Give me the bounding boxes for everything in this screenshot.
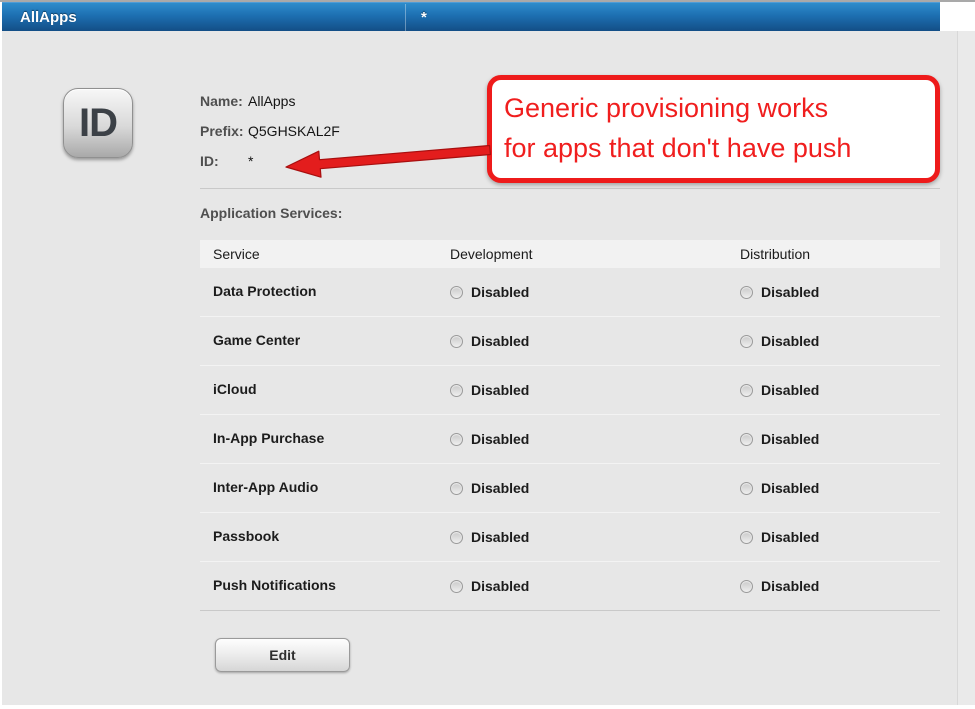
annotation-callout: Generic provisioning works for apps that… [487, 75, 940, 183]
status-label: Disabled [761, 333, 819, 349]
annotation-arrow-icon [280, 135, 495, 185]
radio-disabled-icon [450, 531, 463, 544]
status-label: Disabled [761, 431, 819, 447]
status-label: Disabled [761, 284, 819, 300]
status-label: Disabled [471, 333, 529, 349]
id-label: ID: [200, 153, 248, 169]
status-label: Disabled [471, 578, 529, 594]
column-header-development: Development [450, 246, 740, 262]
application-services-table: Service Development Distribution Data Pr… [200, 240, 940, 611]
status-label: Disabled [471, 480, 529, 496]
radio-disabled-icon [450, 335, 463, 348]
table-row-passbook: Passbook Disabled Disabled [200, 513, 940, 562]
edit-button[interactable]: Edit [215, 638, 350, 672]
radio-disabled-icon [740, 531, 753, 544]
column-header-distribution: Distribution [740, 246, 940, 262]
radio-disabled-icon [740, 335, 753, 348]
radio-disabled-icon [740, 580, 753, 593]
annotation-line-2: for apps that don't have push [504, 128, 925, 168]
status-label: Disabled [471, 284, 529, 300]
app-id-row-id-cell[interactable]: * [421, 3, 427, 32]
status-label: Disabled [761, 578, 819, 594]
table-row-game-center: Game Center Disabled Disabled [200, 317, 940, 366]
status-label: Disabled [761, 529, 819, 545]
table-row-icloud: iCloud Disabled Disabled [200, 366, 940, 415]
status-label: Disabled [761, 382, 819, 398]
header-cell-divider [405, 4, 406, 32]
right-gutter [957, 31, 975, 705]
status-label: Disabled [471, 431, 529, 447]
app-id-detail-page: AllApps * ID Name: AllApps Prefix: Q5GHS… [0, 0, 975, 709]
app-id-badge-icon: ID [63, 88, 133, 158]
field-row-name: Name: AllApps [200, 86, 340, 116]
radio-disabled-icon [740, 482, 753, 495]
app-id-row-header: AllApps * [2, 2, 940, 31]
table-row-in-app-purchase: In-App Purchase Disabled Disabled [200, 415, 940, 464]
service-name: Passbook [213, 528, 279, 544]
table-row-push-notifications: Push Notifications Disabled Disabled [200, 562, 940, 611]
table-row-data-protection: Data Protection Disabled Disabled [200, 268, 940, 317]
services-table-header: Service Development Distribution [200, 240, 940, 268]
radio-disabled-icon [450, 286, 463, 299]
annotation-line-1: Generic provisioning works [504, 88, 925, 128]
service-name: iCloud [213, 381, 257, 397]
radio-disabled-icon [740, 433, 753, 446]
name-label: Name: [200, 93, 248, 109]
service-name: Inter-App Audio [213, 479, 318, 495]
status-label: Disabled [761, 480, 819, 496]
section-divider [200, 188, 940, 189]
service-name: Game Center [213, 332, 300, 348]
service-name: In-App Purchase [213, 430, 324, 446]
radio-disabled-icon [450, 482, 463, 495]
app-id-detail-panel: ID Name: AllApps Prefix: Q5GHSKAL2F ID: … [2, 31, 957, 705]
status-label: Disabled [471, 529, 529, 545]
radio-disabled-icon [450, 580, 463, 593]
table-row-inter-app-audio: Inter-App Audio Disabled Disabled [200, 464, 940, 513]
name-value: AllApps [248, 93, 295, 109]
column-header-service: Service [200, 246, 450, 262]
radio-disabled-icon [740, 286, 753, 299]
status-label: Disabled [471, 382, 529, 398]
application-services-heading: Application Services: [200, 205, 342, 221]
app-id-row-name-cell[interactable]: AllApps [20, 3, 77, 32]
service-name: Data Protection [213, 283, 316, 299]
id-value: * [248, 153, 253, 169]
service-name: Push Notifications [213, 577, 336, 593]
radio-disabled-icon [740, 384, 753, 397]
prefix-label: Prefix: [200, 123, 248, 139]
radio-disabled-icon [450, 384, 463, 397]
radio-disabled-icon [450, 433, 463, 446]
